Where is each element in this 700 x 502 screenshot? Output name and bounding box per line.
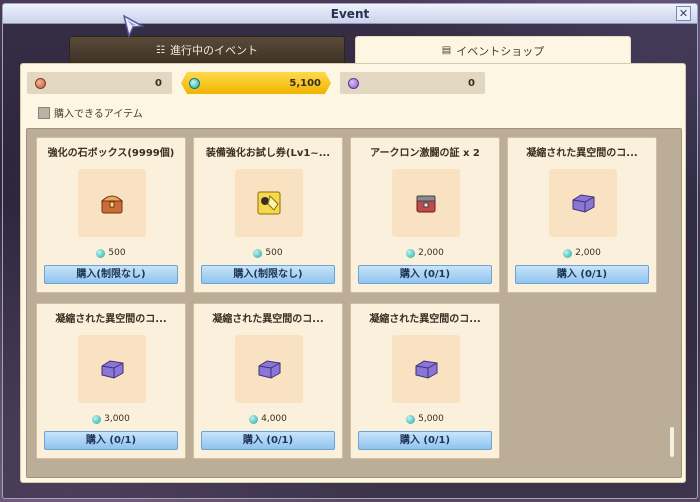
filter-checkbox[interactable] bbox=[38, 106, 50, 119]
price-value: 2,000 bbox=[575, 248, 601, 258]
shop-panel: 0 5,100 0 購入できるアイテム 強化の石ボックス(9999個) 500 … bbox=[20, 63, 686, 483]
cursor-icon bbox=[122, 14, 144, 38]
shop-item-card: 凝縮された異空間のコ... 3,000 購入 (0/1) bbox=[36, 303, 186, 459]
teal-coin-icon bbox=[253, 248, 263, 258]
shop-item-card: アークロン激闘の証 x 2 2,000 購入 (0/1) bbox=[350, 137, 500, 293]
shop-item-card: 強化の石ボックス(9999個) 500 購入(制限なし) bbox=[36, 137, 186, 293]
purple-cube-icon bbox=[258, 360, 281, 379]
purchasable-filter[interactable]: 購入できるアイテム bbox=[38, 105, 143, 120]
teal-coin-icon bbox=[406, 414, 416, 424]
item-price: 500 bbox=[194, 248, 342, 258]
item-thumbnail bbox=[235, 169, 303, 237]
purple-cube-icon bbox=[415, 360, 438, 379]
buy-button[interactable]: 購入 (0/1) bbox=[515, 265, 649, 284]
shop-icon: ▤ bbox=[441, 45, 452, 56]
item-thumbnail bbox=[392, 169, 460, 237]
chest-icon bbox=[416, 195, 436, 213]
treasure-box-icon bbox=[100, 195, 124, 214]
price-value: 500 bbox=[265, 248, 283, 258]
buy-button[interactable]: 購入(制限なし) bbox=[201, 265, 335, 284]
window-title: Event bbox=[330, 6, 370, 21]
shop-item-card: 装備強化お試し券(Lv1~... 500 購入(制限なし) bbox=[193, 137, 343, 293]
title-bar[interactable]: Event ✕ bbox=[3, 4, 697, 24]
item-price: 4,000 bbox=[194, 414, 342, 424]
item-price: 2,000 bbox=[508, 248, 656, 258]
event-window: Event ✕ ☷ 進行中のイベント ▤ イベントショップ 0 5,100 0 bbox=[2, 3, 698, 499]
item-name: 装備強化お試し券(Lv1~... bbox=[205, 148, 331, 159]
item-thumbnail bbox=[549, 169, 617, 237]
teal-coin-icon bbox=[249, 414, 259, 424]
calendar-icon: ☷ bbox=[156, 44, 165, 56]
item-name: 凝縮された異空間のコ... bbox=[369, 314, 481, 325]
price-value: 4,000 bbox=[261, 414, 287, 424]
tab-label: 進行中のイベント bbox=[169, 44, 258, 57]
item-thumbnail bbox=[392, 335, 460, 403]
filter-label: 購入できるアイテム bbox=[54, 109, 143, 120]
price-value: 500 bbox=[108, 248, 126, 258]
item-name: 強化の石ボックス(9999個) bbox=[47, 148, 175, 159]
brown-medal-icon bbox=[35, 77, 46, 89]
item-thumbnail bbox=[78, 169, 146, 237]
item-thumbnail bbox=[235, 335, 303, 403]
item-name: アークロン激闘の証 x 2 bbox=[370, 148, 480, 159]
item-grid: 強化の石ボックス(9999個) 500 購入(制限なし) 装備強化お試し券(Lv… bbox=[26, 128, 682, 478]
scrollbar[interactable] bbox=[670, 427, 674, 457]
buy-button[interactable]: 購入 (0/1) bbox=[358, 265, 492, 284]
currency-coin: 5,100 bbox=[181, 72, 331, 94]
item-price: 3,000 bbox=[37, 414, 185, 424]
shop-item-card: 凝縮された異空間のコ... 4,000 購入 (0/1) bbox=[193, 303, 343, 459]
teal-coin-icon bbox=[189, 77, 200, 89]
currency-value: 0 bbox=[155, 77, 162, 89]
tab-event-shop[interactable]: ▤ イベントショップ bbox=[355, 36, 631, 64]
buy-button[interactable]: 購入(制限なし) bbox=[44, 265, 178, 284]
buy-button[interactable]: 購入 (0/1) bbox=[201, 431, 335, 450]
currency-medal: 0 bbox=[27, 72, 172, 94]
item-price: 2,000 bbox=[351, 248, 499, 258]
tab-bar: ☷ 進行中のイベント ▤ イベントショップ bbox=[69, 36, 635, 64]
buy-button[interactable]: 購入 (0/1) bbox=[44, 431, 178, 450]
item-name: 凝縮された異空間のコ... bbox=[55, 314, 167, 325]
tab-label: イベントショップ bbox=[456, 44, 545, 58]
purple-cube-icon bbox=[101, 360, 124, 379]
tab-ongoing-events[interactable]: ☷ 進行中のイベント bbox=[69, 36, 345, 64]
item-thumbnail bbox=[78, 335, 146, 403]
teal-coin-icon bbox=[96, 248, 106, 258]
currency-orb: 0 bbox=[340, 72, 485, 94]
currency-row: 0 5,100 0 bbox=[27, 72, 677, 94]
currency-value: 0 bbox=[468, 77, 475, 89]
teal-coin-icon bbox=[406, 248, 416, 258]
shop-item-card: 凝縮された異空間のコ... 2,000 購入 (0/1) bbox=[507, 137, 657, 293]
teal-coin-icon bbox=[92, 414, 102, 424]
price-value: 5,000 bbox=[418, 414, 444, 424]
item-price: 5,000 bbox=[351, 414, 499, 424]
currency-value: 5,100 bbox=[289, 77, 321, 89]
item-name: 凝縮された異空間のコ... bbox=[212, 314, 324, 325]
purple-cube-icon bbox=[572, 194, 595, 213]
shop-item-card: 凝縮された異空間のコ... 5,000 購入 (0/1) bbox=[350, 303, 500, 459]
teal-coin-icon bbox=[563, 248, 573, 258]
item-price: 500 bbox=[37, 248, 185, 258]
purple-orb-icon bbox=[348, 77, 359, 89]
close-button[interactable]: ✕ bbox=[676, 6, 691, 21]
item-name: 凝縮された異空間のコ... bbox=[526, 148, 638, 159]
ticket-icon bbox=[257, 191, 281, 215]
price-value: 3,000 bbox=[104, 414, 130, 424]
buy-button[interactable]: 購入 (0/1) bbox=[358, 431, 492, 450]
price-value: 2,000 bbox=[418, 248, 444, 258]
